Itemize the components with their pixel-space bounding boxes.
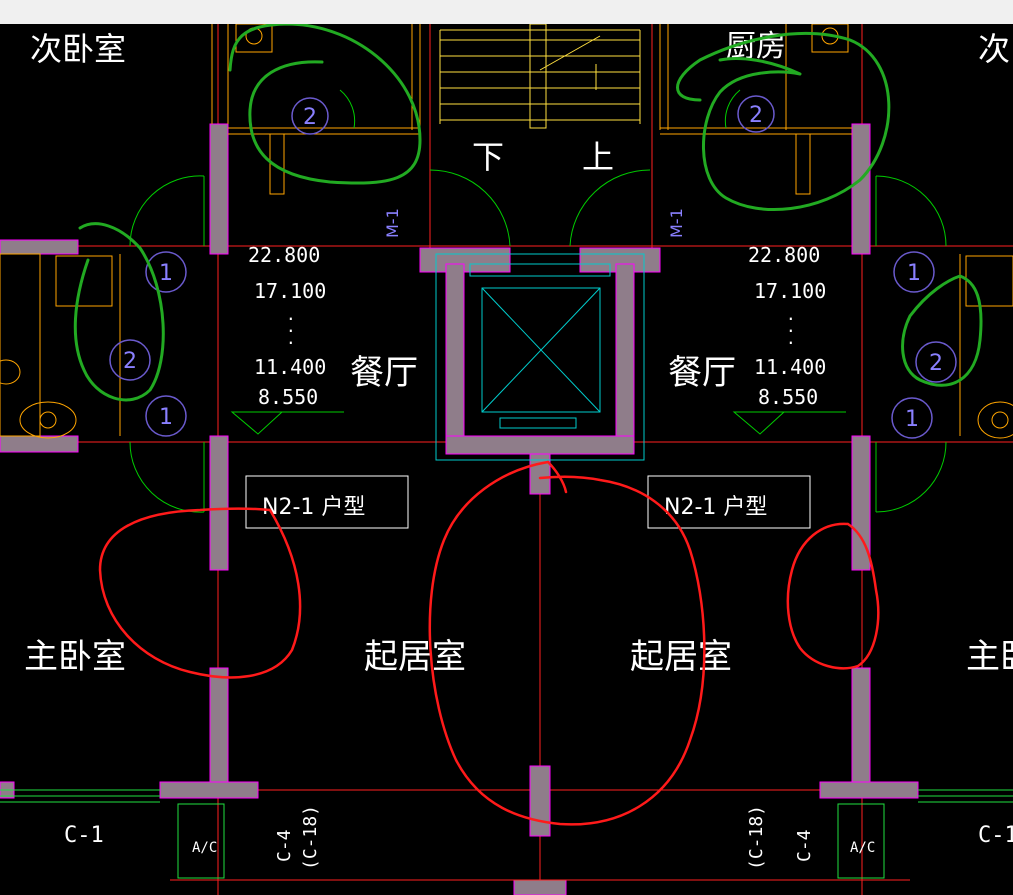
unit-type-right: N2-1 户型 <box>664 495 767 520</box>
elevation-left-2: 17.100 <box>254 279 326 303</box>
window-label-c18-left: (C-18) <box>300 805 321 870</box>
window-label-c18-right: (C-18) <box>746 805 767 870</box>
elevation-left-3: 11.400 <box>254 355 326 379</box>
window-label-c1-right: C-1 <box>978 823 1013 848</box>
room-label-secondary-bedroom: 次卧室 <box>30 30 126 68</box>
stair <box>439 24 641 129</box>
marker-1d: 1 <box>905 407 919 432</box>
elevation-marks <box>230 411 846 435</box>
elevation-right-4: 8.550 <box>758 385 818 409</box>
elevator-shaft <box>435 253 645 461</box>
marker-2-kitchen-left: 2 <box>303 105 317 130</box>
marker-2a: 2 <box>123 349 137 374</box>
room-label-secondary-bedroom-right: 次卧 <box>978 30 1013 68</box>
elevation-left-dot-3: . <box>286 329 296 348</box>
unit-type-left: N2-1 户型 <box>262 495 365 520</box>
door-label-m1-right: M-1 <box>667 208 686 238</box>
room-label-dining-left: 餐厅 <box>350 353 418 393</box>
room-label-living-right: 起居室 <box>630 637 732 677</box>
window-label-c1-left: C-1 <box>64 823 104 848</box>
marker-1a: 1 <box>159 261 173 286</box>
window-label-ac-left: A/C <box>192 840 217 856</box>
marker-circles <box>109 95 957 439</box>
marker-2c: 2 <box>929 351 943 376</box>
window-top-bar <box>0 0 1013 24</box>
stair-label-up: 上 <box>582 138 614 176</box>
marker-1c: 1 <box>907 261 921 286</box>
marker-1b: 1 <box>159 405 173 430</box>
floor-plan-canvas: 次卧室 次卧 厨房 餐厅 餐厅 起居室 起居室 主卧室 主卧 下 上 M-1 M… <box>0 24 1013 895</box>
window-lines <box>0 789 1013 881</box>
elevation-right-dot-3: . <box>786 329 796 348</box>
elevation-right-3: 11.400 <box>754 355 826 379</box>
window-label-c4-right: C-4 <box>794 829 815 862</box>
room-label-dining-right: 餐厅 <box>668 353 736 393</box>
elevation-right-2: 17.100 <box>754 279 826 303</box>
elevation-left-1: 22.800 <box>248 243 320 267</box>
stair-label-down: 下 <box>472 138 504 176</box>
room-label-master-bedroom-left: 主卧室 <box>24 637 126 677</box>
window-label-c4-left: C-4 <box>274 829 295 862</box>
room-label-living-left: 起居室 <box>364 637 466 677</box>
elevation-left-4: 8.550 <box>258 385 318 409</box>
room-label-master-bedroom-right: 主卧 <box>966 637 1013 677</box>
elevation-right-1: 22.800 <box>748 243 820 267</box>
marker-2-kitchen-right: 2 <box>749 103 763 128</box>
window-label-ac-right: A/C <box>850 840 875 856</box>
walls <box>0 123 919 895</box>
door-label-m1-left: M-1 <box>383 208 402 238</box>
